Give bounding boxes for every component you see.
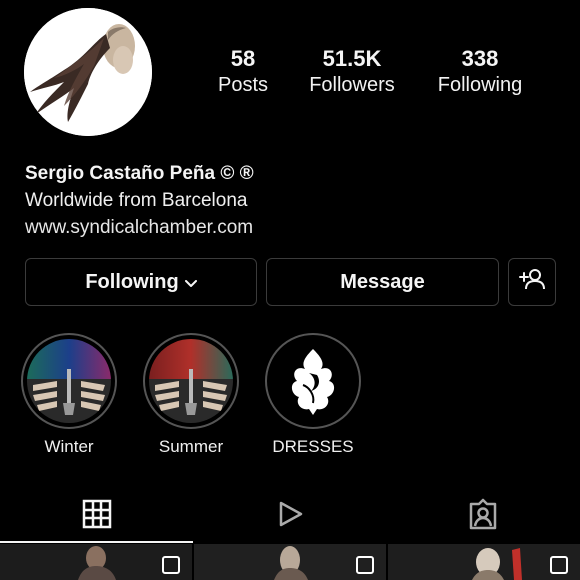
highlight-dresses[interactable]: DRESSES [265,333,361,457]
highlight-ring [21,333,117,429]
followers-count: 51.5K [322,46,382,71]
followers-stat[interactable]: 51.5K Followers [300,46,404,98]
posts-stat[interactable]: 58 Posts [210,46,276,98]
highlight-summer-image [149,339,233,423]
grid-icon [82,499,112,534]
tab-grid[interactable] [0,490,193,542]
followers-label: Followers [309,74,395,96]
highlight-ring [265,333,361,429]
tagged-icon [467,498,499,535]
post-thumbnail[interactable] [0,544,192,580]
tab-tagged[interactable] [386,490,579,542]
posts-count: 58 [230,46,256,71]
following-label: Following [437,74,523,96]
following-stat[interactable]: 338 Following [428,46,532,98]
add-user-button[interactable] [508,258,556,306]
highlight-dresses-image [271,339,355,423]
profile-avatar[interactable] [24,8,152,136]
following-button-label: Following [85,270,179,293]
chevron-down-icon [184,271,197,294]
highlight-winter-label: Winter [44,437,94,456]
add-user-icon [518,267,546,297]
multiple-posts-icon [550,556,568,574]
post-thumbnail[interactable] [194,544,386,580]
tab-reels[interactable] [193,490,386,542]
website-link[interactable]: www.syndicalchamber.com [25,214,254,241]
profile-tabs [0,490,580,543]
active-tab-indicator [0,541,193,543]
bio-text: Worldwide from Barcelona [25,190,248,211]
highlight-winter-image [27,339,111,423]
profile-bio: Sergio Castaño Peña © ® Worldwide from B… [25,161,254,241]
profile-name: Sergio Castaño Peña © ® [25,163,254,184]
following-count: 338 [461,46,499,71]
highlight-summer[interactable]: Summer [143,333,239,457]
message-button[interactable]: Message [266,258,499,306]
posts-grid [0,544,580,580]
following-button[interactable]: Following [25,258,257,306]
highlight-dresses-label: DRESSES [272,437,354,456]
multiple-posts-icon [356,556,374,574]
highlight-winter[interactable]: Winter [21,333,117,457]
reels-icon [275,499,305,534]
highlight-summer-label: Summer [158,437,224,456]
message-button-label: Message [340,270,425,293]
highlight-ring [143,333,239,429]
post-thumbnail[interactable] [388,544,580,580]
posts-label: Posts [217,74,269,96]
multiple-posts-icon [162,556,180,574]
